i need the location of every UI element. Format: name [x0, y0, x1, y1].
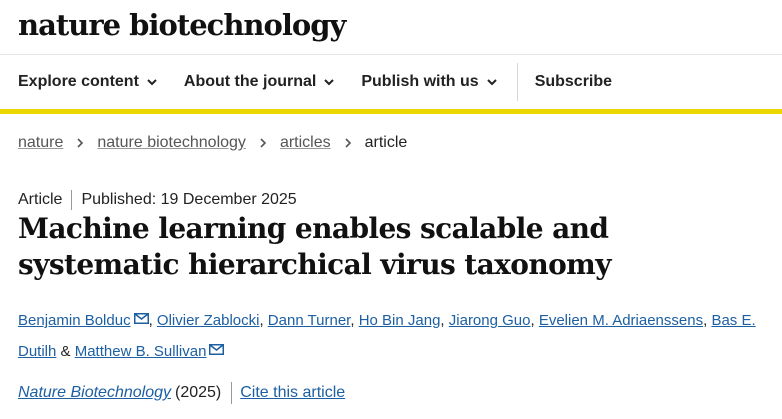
author-link[interactable]: Benjamin Bolduc [18, 312, 131, 329]
author-separator: , [440, 312, 445, 329]
journal-link[interactable]: Nature Biotechnology [18, 384, 171, 402]
author-link[interactable]: Matthew B. Sullivan [75, 343, 207, 360]
article-title: Machine learning enables scalable and sy… [18, 212, 611, 281]
author-separator: , [259, 312, 264, 329]
email-icon[interactable] [209, 344, 225, 355]
nav-explore-content-label: Explore content [18, 73, 139, 90]
nav-publish-with-us[interactable]: Publish with us [361, 55, 497, 109]
author-link[interactable]: Evelien M. Adriaenssens [539, 312, 703, 329]
cite-this-article-link[interactable]: Cite this article [240, 384, 345, 402]
author-list: Benjamin Bolduc, Olivier Zablocki, Dann … [18, 305, 778, 367]
nav-about-the-journal-label: About the journal [183, 73, 317, 90]
breadcrumb: nature nature biotechnology articles art… [18, 134, 407, 152]
author-separator: , [148, 312, 153, 329]
chevron-right-icon [260, 138, 267, 148]
author-joiner: & [60, 343, 71, 360]
author-separator: , [703, 312, 708, 329]
meta-divider [71, 190, 73, 210]
chevron-right-icon [345, 138, 351, 148]
author-link[interactable]: Jiarong Guo [449, 312, 531, 329]
nav-explore-content[interactable]: Explore content [18, 55, 158, 109]
article-page: nature biotechnology Explore content Abo… [0, 0, 782, 419]
nav-divider [516, 63, 518, 101]
article-type: Article [18, 191, 63, 208]
published-date: Published: 19 December 2025 [81, 191, 297, 208]
nav-about-the-journal[interactable]: About the journal [184, 55, 335, 109]
citation-line: Nature Biotechnology (2025) Cite this ar… [18, 382, 345, 404]
brand-bar: nature biotechnology [0, 0, 782, 55]
author-link[interactable]: Ho Bin Jang [359, 312, 441, 329]
author-separator: , [350, 312, 355, 329]
citation-divider [231, 382, 233, 404]
chevron-down-icon [486, 79, 497, 86]
breadcrumb-current: article [364, 134, 408, 151]
author-link[interactable]: Dann Turner [268, 312, 351, 329]
author-link[interactable]: Olivier Zablocki [157, 312, 260, 329]
author-separator: , [530, 312, 535, 329]
journal-logo[interactable]: nature biotechnology [18, 6, 346, 44]
subscribe-link[interactable]: Subscribe [535, 55, 612, 109]
chevron-right-icon [77, 138, 84, 148]
breadcrumb-nature-biotechnology[interactable]: nature biotechnology [97, 134, 246, 152]
article-meta: Article Published: 19 December 2025 [18, 190, 297, 210]
breadcrumb-articles[interactable]: articles [280, 134, 331, 152]
breadcrumb-nature[interactable]: nature [18, 134, 63, 152]
main-navigation: Explore content About the journal Publis… [0, 55, 782, 114]
nav-publish-with-us-label: Publish with us [361, 73, 479, 90]
chevron-down-icon [147, 79, 157, 86]
publication-year: (2025) [174, 384, 222, 401]
chevron-down-icon [324, 79, 335, 86]
email-icon[interactable] [133, 313, 149, 324]
